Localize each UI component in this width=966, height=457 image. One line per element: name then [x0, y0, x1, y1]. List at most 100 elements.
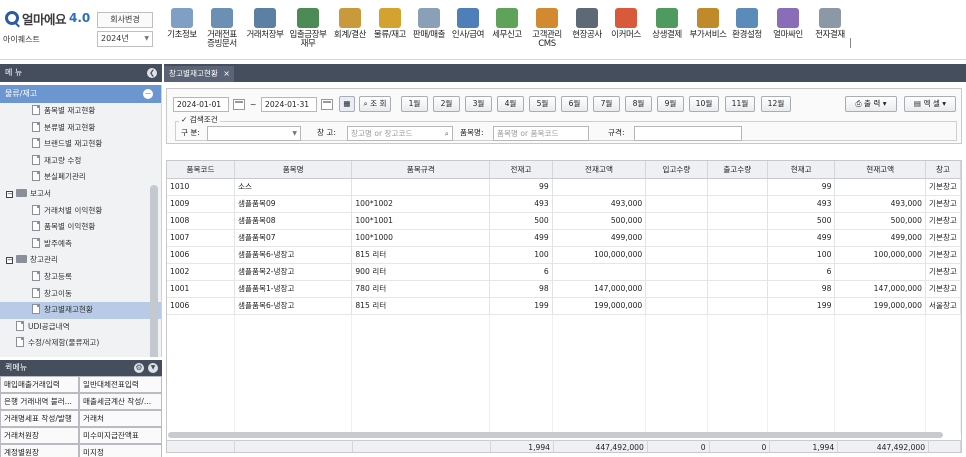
gear-icon[interactable]: ⚙	[134, 363, 144, 373]
menu-sales[interactable]: 판매/매출	[410, 0, 448, 60]
warehouse-input[interactable]: 창고명 or 창고코드 ⌕	[347, 126, 453, 141]
column-header[interactable]: 전재고	[489, 161, 553, 179]
month-button[interactable]: 8월	[625, 96, 652, 112]
menu-payment[interactable]: 상생결제	[646, 0, 688, 60]
column-header[interactable]: 전재고액	[552, 161, 647, 179]
date-to-input[interactable]: 2024-01-31	[261, 97, 317, 112]
company-change-button[interactable]: 회사변경	[97, 12, 153, 28]
sidebar-scrollbar[interactable]	[150, 185, 158, 357]
sidebar-item[interactable]: UDI공급내역	[0, 319, 161, 336]
sidebar-item[interactable]: 분류별 재고현황	[0, 120, 161, 137]
menu-approval[interactable]: 전자결재	[810, 0, 850, 60]
quick-menu-item[interactable]: 매출세금계산 작성/...	[79, 393, 162, 410]
quick-menu-item[interactable]: 일반대체전표입력	[79, 376, 162, 393]
table-row[interactable]: 1001 샘플품목1-냉장고 780 리터 98 147,000,000 98 147,00…	[167, 280, 961, 298]
sidebar-collapse-icon[interactable]: ❮	[147, 68, 157, 78]
menu-service[interactable]: 부가서비스	[688, 0, 728, 60]
excel-button[interactable]: ▤ 엑 셀 ▾	[904, 96, 956, 112]
month-button[interactable]: 11월	[725, 96, 755, 112]
menu-settings[interactable]: 환경설정	[728, 0, 766, 60]
search-icon[interactable]: ⌕	[445, 127, 449, 140]
spec-input[interactable]	[634, 126, 742, 141]
month-button[interactable]: 7월	[593, 96, 620, 112]
table-row[interactable]: 1010 소스 99 99 기본창고	[167, 178, 961, 196]
collapse-group-icon[interactable]: −	[143, 89, 153, 99]
menu-hr[interactable]: 인사/급여	[448, 0, 488, 60]
month-button[interactable]: 4월	[497, 96, 524, 112]
month-button[interactable]: 1월	[401, 96, 428, 112]
table-row[interactable]: 1006 샘플품목6-냉장고 815 리터 199 199,000,000 199 199,…	[167, 297, 961, 315]
collapse-toggle-icon[interactable]: −	[6, 190, 13, 198]
column-header[interactable]: 품목명	[234, 161, 353, 179]
month-button[interactable]: 12월	[761, 96, 791, 112]
column-header[interactable]: 현재고액	[834, 161, 926, 179]
quick-menu-item[interactable]: 거래처원장	[0, 427, 79, 444]
menu-label: 환경설정	[732, 30, 762, 40]
menu-voucher[interactable]: 거래전표 증빙문서	[200, 0, 244, 60]
quick-menu-item[interactable]: 미지정	[79, 444, 162, 457]
item-input[interactable]: 품목명 or 품목코드	[493, 126, 589, 141]
quick-menu-item[interactable]: 은행 거래내역 불러...	[0, 393, 79, 410]
category-select[interactable]: ▼	[207, 126, 301, 141]
column-header[interactable]: 입고수량	[645, 161, 708, 179]
sidebar-group-logistics[interactable]: 물류/재고 −	[0, 85, 161, 103]
table-row[interactable]: 1007 샘플품목07 100*1000 499 499,000 499 499,000 기본…	[167, 229, 961, 247]
month-button[interactable]: 2월	[433, 96, 460, 112]
column-header[interactable]: 품목코드	[167, 161, 235, 179]
calendar-icon[interactable]	[233, 99, 245, 110]
search-button[interactable]: ⌕ 조 회	[359, 96, 391, 112]
table-row[interactable]: 1009 샘플품목09 100*1002 493 493,000 493 493,000 기본…	[167, 195, 961, 213]
sidebar-item[interactable]: 거래처별 이익현황	[0, 203, 161, 220]
sidebar-item[interactable]: 품목별 재고현황	[0, 103, 161, 120]
menu-tax[interactable]: 세무신고	[488, 0, 526, 60]
menu-cash[interactable]: 입출금장부 재무	[286, 0, 330, 60]
calendar-grid-icon[interactable]: ▦	[339, 96, 355, 112]
menu-ecommerce[interactable]: 이커머스	[606, 0, 646, 60]
sidebar-item[interactable]: 창고별재고현황	[0, 302, 161, 319]
menu-sign[interactable]: 얼마싸인	[766, 0, 810, 60]
quick-menu-item[interactable]: 거래처	[79, 410, 162, 427]
table-row[interactable]: 1002 샘플품목2-냉장고 900 리터 6 6 기본창고	[167, 263, 961, 281]
empty-cell	[234, 382, 353, 399]
sidebar-item[interactable]: 창고이동	[0, 286, 161, 303]
quick-menu-item[interactable]: 미수미지급잔액표	[79, 427, 162, 444]
sidebar-item[interactable]: 브랜드별 재고현황	[0, 136, 161, 153]
close-icon[interactable]: ×	[223, 66, 230, 82]
tab-warehouse-stock[interactable]: 창고별재고현황 ×	[164, 66, 234, 82]
chevron-down-icon[interactable]: ▼	[148, 363, 158, 373]
sidebar-item[interactable]: 수정/삭제함(물류재고)	[0, 335, 161, 352]
sidebar-item[interactable]: 분실폐기관리	[0, 169, 161, 186]
quick-menu-item[interactable]: 거래명세표 작성/발행	[0, 410, 79, 427]
table-row[interactable]: 1008 샘플품목08 100*1001 500 500,000 500 500,000 기본…	[167, 212, 961, 230]
column-header[interactable]: 창고	[925, 161, 961, 179]
month-button[interactable]: 3월	[465, 96, 492, 112]
quick-menu-item[interactable]: 매입매출거래입력	[0, 376, 79, 393]
sidebar-item[interactable]: 창고등록	[0, 269, 161, 286]
grid-horizontal-scrollbar[interactable]	[168, 432, 943, 438]
table-row[interactable]: 1006 샘플품목6-냉장고 815 리터 100 100,000,000 100 100,…	[167, 246, 961, 264]
sidebar-item[interactable]: − 창고관리	[0, 252, 161, 269]
column-header[interactable]: 현재고	[767, 161, 836, 179]
column-header[interactable]: 출고수량	[707, 161, 768, 179]
sidebar-item[interactable]: 발주예측	[0, 236, 161, 253]
month-button[interactable]: 10월	[689, 96, 719, 112]
menu-logistics[interactable]: 물류/재고	[370, 0, 410, 60]
calendar-icon[interactable]	[321, 99, 333, 110]
sidebar-item[interactable]: − 보고서	[0, 186, 161, 203]
menu-customer[interactable]: 고객관리 CMS	[526, 0, 568, 60]
month-button[interactable]: 5월	[529, 96, 556, 112]
menu-basic-info[interactable]: 기초정보	[164, 0, 200, 60]
quick-menu-item[interactable]: 계정별원장	[0, 444, 79, 457]
date-from-input[interactable]: 2024-01-01	[173, 97, 229, 112]
month-button[interactable]: 9월	[657, 96, 684, 112]
sidebar-item[interactable]: 재고량 수정	[0, 153, 161, 170]
menu-accounting[interactable]: 회계/결산	[330, 0, 370, 60]
menu-ledger[interactable]: 거래처장부	[244, 0, 286, 60]
menu-construction[interactable]: 현장공사	[568, 0, 606, 60]
sidebar-item[interactable]: 품목별 이익현황	[0, 219, 161, 236]
year-select[interactable]: 2024년 ▼	[97, 31, 153, 47]
month-button[interactable]: 6월	[561, 96, 588, 112]
collapse-toggle-icon[interactable]: −	[6, 257, 13, 265]
print-button[interactable]: ⎙ 출 력 ▾	[845, 96, 897, 112]
column-header[interactable]: 품목규격	[351, 161, 491, 179]
